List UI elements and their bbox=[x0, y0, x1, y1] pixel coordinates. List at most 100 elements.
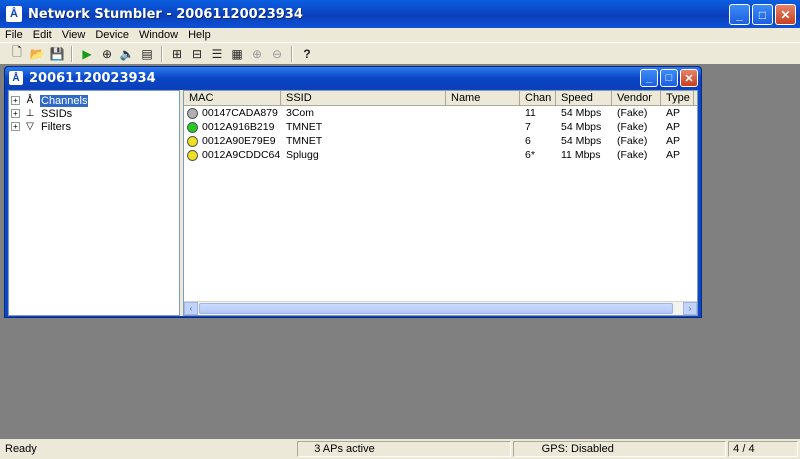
cell-type: AP bbox=[661, 121, 694, 133]
cell-text: (Fake) bbox=[617, 121, 648, 133]
menu-device[interactable]: Device bbox=[90, 29, 134, 42]
help-icon[interactable]: ? bbox=[298, 45, 316, 63]
maximize-button[interactable]: □ bbox=[752, 4, 773, 25]
zoom-out-icon[interactable]: ⊖ bbox=[268, 45, 286, 63]
expand-icon[interactable]: + bbox=[11, 122, 20, 131]
details-icon[interactable]: ▦ bbox=[228, 45, 246, 63]
column-header-mac[interactable]: MAC bbox=[184, 91, 281, 106]
tree-item-channels[interactable]: + Å Channels bbox=[11, 94, 177, 107]
menu-view[interactable]: View bbox=[57, 29, 91, 42]
column-header-type[interactable]: Type bbox=[661, 91, 694, 106]
column-header-chan[interactable]: Chan bbox=[520, 91, 556, 106]
close-button[interactable]: ✕ bbox=[775, 4, 796, 25]
cell-type: AP bbox=[661, 135, 694, 147]
column-header-vendor[interactable]: Vendor bbox=[612, 91, 661, 106]
horizontal-scrollbar[interactable]: ‹ › bbox=[184, 301, 697, 315]
status-record-count: 4 / 4 bbox=[728, 441, 798, 457]
cell-speed: 54 Mbps bbox=[556, 135, 612, 147]
signal-status-icon bbox=[187, 121, 198, 133]
small-icons-icon[interactable]: ⊟ bbox=[188, 45, 206, 63]
cell-text: 7 bbox=[525, 121, 531, 133]
sound-icon[interactable]: 🔈 bbox=[118, 45, 136, 63]
main-title-bar[interactable]: Å Network Stumbler - 20061120023934 _ □ … bbox=[0, 0, 800, 28]
toolbar-separator bbox=[291, 45, 293, 62]
menu-window[interactable]: Window bbox=[134, 29, 183, 42]
tree-item-label[interactable]: Channels bbox=[40, 94, 89, 107]
table-row[interactable]: 0012A90E79E9 TMNET 6 54 Mbps (Fake) AP bbox=[184, 134, 697, 148]
list-header: MAC SSID Name Chan Speed Vendor Type bbox=[184, 91, 697, 106]
cell-text: Splugg bbox=[286, 149, 319, 161]
cell-text: AP bbox=[666, 121, 681, 133]
menu-file[interactable]: File bbox=[0, 29, 28, 42]
menu-bar: File Edit View Device Window Help bbox=[0, 28, 800, 42]
column-header-speed[interactable]: Speed bbox=[556, 91, 612, 106]
signal-status-icon bbox=[187, 107, 198, 119]
status-gps: GPS: Disabled bbox=[512, 441, 727, 457]
large-icons-icon[interactable]: ⊞ bbox=[168, 45, 186, 63]
zoom-in-icon[interactable]: ⊕ bbox=[248, 45, 266, 63]
cell-ssid: TMNET bbox=[281, 135, 446, 147]
expand-icon[interactable]: + bbox=[11, 96, 20, 105]
cell-speed: 54 Mbps bbox=[556, 107, 612, 119]
tree-item-label[interactable]: SSIDs bbox=[40, 108, 73, 120]
properties-icon[interactable]: ▤ bbox=[138, 45, 156, 63]
table-row[interactable]: 0012A9CDDC64 Splugg 6* 11 Mbps (Fake) AP bbox=[184, 148, 697, 162]
open-folder-icon[interactable]: 📂 bbox=[28, 45, 46, 63]
save-icon[interactable]: 💾 bbox=[48, 45, 66, 63]
child-close-button[interactable]: ✕ bbox=[680, 69, 698, 87]
cell-ssid: 3Com bbox=[281, 107, 446, 119]
column-header-ssid[interactable]: SSID bbox=[281, 91, 446, 106]
tree-view[interactable]: + Å Channels + ⊥ SSIDs + ▽ Filters bbox=[8, 90, 180, 316]
cell-text: 0012A916B219 bbox=[202, 121, 275, 133]
cell-text: 11 Mbps bbox=[561, 149, 601, 161]
cell-text: 11 bbox=[525, 107, 536, 119]
play-icon[interactable]: ▶ bbox=[78, 45, 96, 63]
cell-ssid: Splugg bbox=[281, 149, 446, 161]
cell-speed: 11 Mbps bbox=[556, 149, 612, 161]
menu-help[interactable]: Help bbox=[183, 29, 216, 42]
child-maximize-button[interactable]: □ bbox=[660, 69, 678, 87]
list-rows: 00147CADA879 3Com 11 54 Mbps (Fake) AP 0012A91… bbox=[184, 106, 697, 162]
cell-vendor: (Fake) bbox=[612, 121, 661, 133]
toolbar-separator bbox=[71, 45, 73, 62]
antenna-icon: Å bbox=[6, 6, 22, 22]
cell-type: AP bbox=[661, 107, 694, 119]
tree-item-label[interactable]: Filters bbox=[40, 121, 72, 133]
menu-edit[interactable]: Edit bbox=[28, 29, 57, 42]
child-title-bar[interactable]: Å 20061120023934 _ □ ✕ bbox=[5, 67, 701, 89]
cell-text: (Fake) bbox=[617, 135, 648, 147]
scroll-right-icon[interactable]: › bbox=[683, 302, 697, 315]
cell-text: 54 Mbps bbox=[561, 121, 602, 133]
cell-text: (Fake) bbox=[617, 149, 648, 161]
table-row[interactable]: 0012A916B219 TMNET 7 54 Mbps (Fake) AP bbox=[184, 120, 697, 134]
child-window: Å 20061120023934 _ □ ✕ + Å Channels + ⊥ … bbox=[4, 66, 702, 318]
ap-list-view[interactable]: MAC SSID Name Chan Speed Vendor Type 001… bbox=[183, 90, 698, 316]
column-header-name[interactable]: Name bbox=[446, 91, 520, 106]
child-minimize-button[interactable]: _ bbox=[640, 69, 658, 87]
cell-ssid: TMNET bbox=[281, 121, 446, 133]
table-row[interactable]: 00147CADA879 3Com 11 54 Mbps (Fake) AP bbox=[184, 106, 697, 120]
filter-icon: ▽ bbox=[26, 121, 34, 132]
list-icon[interactable]: ☰ bbox=[208, 45, 226, 63]
cell-text: AP bbox=[666, 107, 681, 119]
scan-options-icon[interactable]: ⊕ bbox=[98, 45, 116, 63]
network-icon: ⊥ bbox=[25, 108, 35, 119]
window-title: Network Stumbler - 20061120023934 bbox=[28, 6, 303, 22]
cell-mac: 0012A9CDDC64 bbox=[184, 149, 281, 161]
cell-mac: 0012A90E79E9 bbox=[184, 135, 281, 147]
cell-vendor: (Fake) bbox=[612, 107, 661, 119]
tree-item-filters[interactable]: + ▽ Filters bbox=[11, 120, 177, 133]
new-file-icon[interactable]: 🗋 bbox=[8, 45, 26, 63]
minimize-button[interactable]: _ bbox=[729, 4, 750, 25]
scroll-left-icon[interactable]: ‹ bbox=[184, 302, 198, 315]
cell-chan: 6* bbox=[520, 149, 556, 161]
cell-text: AP bbox=[666, 135, 681, 147]
scrollbar-thumb[interactable] bbox=[199, 303, 673, 314]
cell-mac: 0012A916B219 bbox=[184, 121, 281, 133]
expand-icon[interactable]: + bbox=[11, 109, 20, 118]
cell-text: (Fake) bbox=[617, 107, 648, 119]
cell-text: TMNET bbox=[286, 121, 323, 133]
tree-item-ssids[interactable]: + ⊥ SSIDs bbox=[11, 107, 177, 120]
cell-text: 6 bbox=[525, 135, 531, 147]
cell-text: 00147CADA879 bbox=[202, 107, 278, 119]
